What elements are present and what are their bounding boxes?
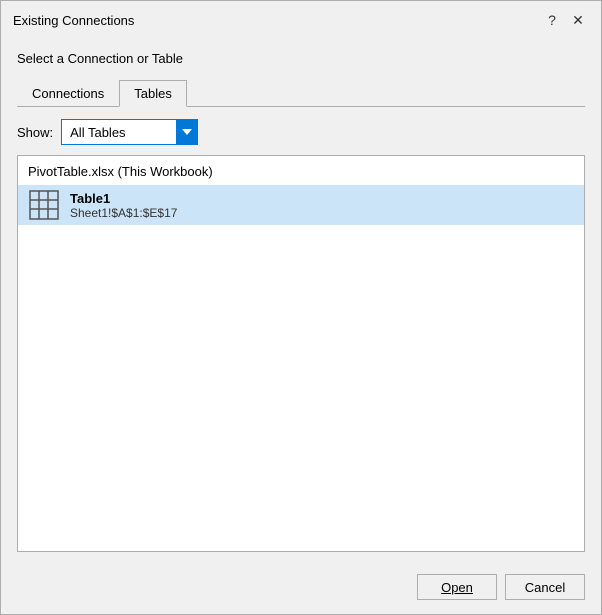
open-button[interactable]: Open (417, 574, 497, 600)
subtitle: Select a Connection or Table (17, 51, 585, 66)
table-info: Table1 Sheet1!$A$1:$E$17 (70, 191, 177, 220)
cancel-button[interactable]: Cancel (505, 574, 585, 600)
show-label: Show: (17, 125, 53, 140)
group-header: PivotTable.xlsx (This Workbook) (18, 156, 584, 185)
dialog-footer: Open Cancel (1, 564, 601, 614)
table-item[interactable]: Table1 Sheet1!$A$1:$E$17 (18, 185, 584, 225)
title-bar: Existing Connections ? ✕ (1, 1, 601, 37)
help-button[interactable]: ? (541, 9, 563, 31)
dialog-content: Select a Connection or Table Connections… (1, 37, 601, 564)
tabs-row: Connections Tables (17, 80, 585, 107)
table-list-container: PivotTable.xlsx (This Workbook) Table1 S… (17, 155, 585, 552)
existing-connections-dialog: Existing Connections ? ✕ Select a Connec… (0, 0, 602, 615)
table-range: Sheet1!$A$1:$E$17 (70, 206, 177, 220)
show-select[interactable]: All Tables This Workbook All Connections (61, 119, 176, 145)
show-row: Show: All Tables This Workbook All Conne… (17, 119, 585, 145)
dialog-title: Existing Connections (13, 13, 134, 28)
table-name: Table1 (70, 191, 177, 206)
show-select-wrapper: All Tables This Workbook All Connections (61, 119, 198, 145)
close-button[interactable]: ✕ (567, 9, 589, 31)
table-icon (28, 189, 60, 221)
title-bar-buttons: ? ✕ (541, 9, 589, 31)
tab-connections[interactable]: Connections (17, 80, 119, 107)
dropdown-arrow[interactable] (176, 119, 198, 145)
tab-tables[interactable]: Tables (119, 80, 187, 107)
